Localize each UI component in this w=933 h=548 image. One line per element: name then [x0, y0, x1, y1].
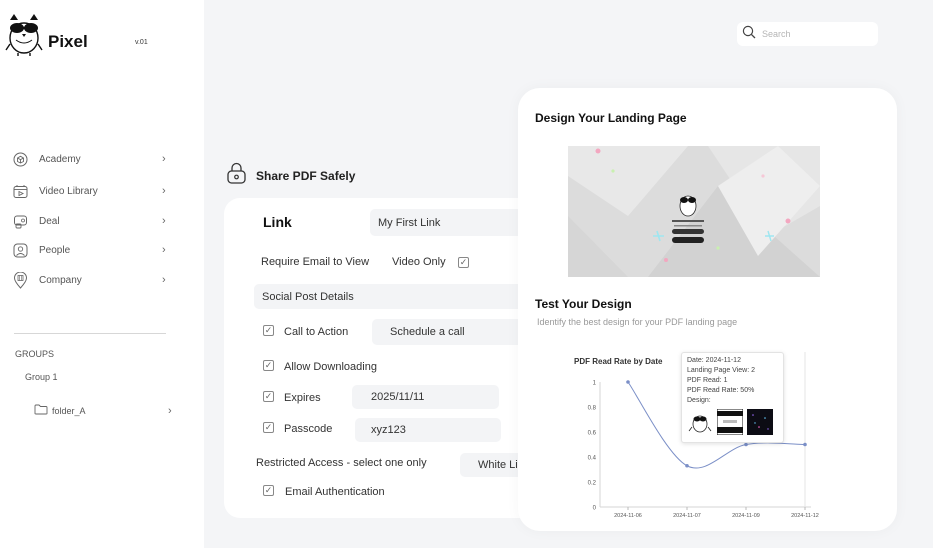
x-tick-label: 2024-11-07	[673, 513, 701, 519]
groups-heading: GROUPS	[15, 349, 55, 359]
social-post-field[interactable]: Social Post Details	[254, 284, 554, 309]
data-point[interactable]	[803, 442, 807, 447]
email-auth-checkbox[interactable]: ✓	[263, 485, 274, 496]
version-label: v.01	[135, 39, 148, 46]
passcode-field[interactable]: xyz123	[355, 418, 501, 442]
design-card: Design Your Landing Page Test Your Desig…	[518, 88, 897, 531]
design-thumbnail-stripes[interactable]	[717, 409, 743, 435]
owl-mascot-icon	[5, 14, 43, 56]
person-icon	[12, 242, 28, 258]
email-auth-label: Email Authentication	[285, 486, 385, 498]
tooltip-date: Date: 2024-11-12	[687, 357, 741, 364]
pixel-logo	[4, 14, 44, 56]
deal-icon	[12, 213, 28, 229]
share-settings-card: Link My First Link Require Email to View…	[224, 198, 554, 518]
y-tick-label: 0.2	[588, 481, 597, 487]
share-pdf-header: Share PDF Safely	[226, 162, 355, 189]
chevron-right-icon: ›	[162, 153, 166, 165]
passcode-label: Passcode	[284, 423, 333, 435]
sidebar-item-video-library[interactable]: Video Library ›	[12, 181, 172, 201]
landing-page-preview[interactable]	[568, 146, 820, 277]
landing-preview-image	[568, 146, 820, 277]
chevron-right-icon: ›	[168, 405, 172, 417]
y-tick-label: 1	[593, 381, 597, 387]
chevron-right-icon: ›	[162, 215, 166, 227]
video-only-label: Video Only	[392, 256, 446, 268]
design-thumbnails	[687, 409, 778, 435]
data-point[interactable]	[626, 380, 630, 384]
restricted-access-label: Restricted Access - select one only	[256, 457, 427, 469]
sidebar-item-company[interactable]: Company ›	[12, 270, 172, 290]
sidebar-item-label: Company	[39, 274, 82, 286]
sidebar-divider	[14, 333, 166, 334]
expires-date-field[interactable]: 2025/11/11	[352, 385, 499, 409]
group-item[interactable]: Group 1	[25, 372, 58, 382]
search-input[interactable]	[762, 29, 872, 39]
sidebar-item-label: Deal	[39, 215, 60, 227]
box-icon	[12, 151, 28, 167]
x-tick-label: 2024-11-06	[614, 513, 642, 519]
tooltip-rate: PDF Read Rate: 50%	[687, 387, 755, 394]
chevron-right-icon: ›	[162, 185, 166, 197]
expires-label: Expires	[284, 392, 321, 404]
chart-title: PDF Read Rate by Date	[574, 357, 663, 366]
allow-downloading-checkbox[interactable]: ✓	[263, 360, 274, 371]
call-to-action-label: Call to Action	[284, 326, 349, 338]
design-thumbnail-owl[interactable]	[687, 409, 713, 435]
design-title: Design Your Landing Page	[535, 111, 687, 125]
passcode-checkbox[interactable]: ✓	[263, 422, 274, 433]
x-tick-label: 2024-11-09	[732, 513, 760, 519]
tooltip-views: Landing Page View: 2	[687, 367, 755, 374]
test-design-title: Test Your Design	[535, 297, 632, 311]
tooltip-design-label: Design:	[687, 397, 711, 404]
call-to-action-checkbox[interactable]: ✓	[263, 325, 274, 336]
y-tick-label: 0.6	[588, 431, 597, 437]
allow-downloading-label: Allow Downloading	[284, 361, 377, 373]
design-thumbnail-dark[interactable]	[747, 409, 773, 435]
folder-item[interactable]: folder_A ›	[34, 404, 178, 418]
require-email-label: Require Email to View	[261, 256, 370, 268]
chart-tooltip: Date: 2024-11-12 Landing Page View: 2 PD…	[681, 352, 784, 443]
brand-name: Pixel	[48, 32, 88, 51]
y-tick-label: 0.8	[588, 406, 597, 412]
search-box[interactable]	[737, 22, 878, 46]
lock-icon	[226, 162, 247, 189]
owl-icon	[679, 195, 697, 217]
folder-label: folder_A	[52, 406, 86, 416]
data-point[interactable]	[744, 442, 748, 447]
sidebar-item-people[interactable]: People ›	[12, 240, 172, 260]
video-icon	[12, 183, 28, 199]
tooltip-reads: PDF Read: 1	[687, 377, 728, 384]
data-point[interactable]	[685, 463, 689, 468]
y-tick-label: 0.4	[588, 456, 597, 462]
video-only-checkbox[interactable]: ✓	[458, 257, 469, 268]
chevron-right-icon: ›	[162, 274, 166, 286]
folder-icon	[34, 402, 48, 420]
chevron-right-icon: ›	[162, 244, 166, 256]
search-icon	[742, 25, 756, 44]
link-title: Link	[263, 214, 292, 230]
read-rate-chart: PDF Read Rate by Date 0 0.2 0.4 0.6 0.8 1 202…	[518, 343, 897, 531]
sidebar-item-label: Academy	[39, 153, 81, 165]
sidebar: Pixel v.01 Academy › Video Library › Dea…	[0, 0, 204, 548]
sidebar-item-label: People	[39, 244, 71, 256]
sidebar-item-deal[interactable]: Deal ›	[12, 211, 172, 231]
sidebar-item-academy[interactable]: Academy ›	[12, 149, 172, 169]
share-title: Share PDF Safely	[256, 168, 356, 183]
x-tick-label: 2024-11-12	[791, 513, 819, 519]
company-icon	[12, 271, 28, 289]
test-design-subtitle: Identify the best design for your PDF la…	[537, 317, 738, 327]
y-tick-label: 0	[593, 506, 597, 512]
expires-checkbox[interactable]: ✓	[263, 391, 274, 402]
sidebar-item-label: Video Library	[39, 185, 98, 197]
